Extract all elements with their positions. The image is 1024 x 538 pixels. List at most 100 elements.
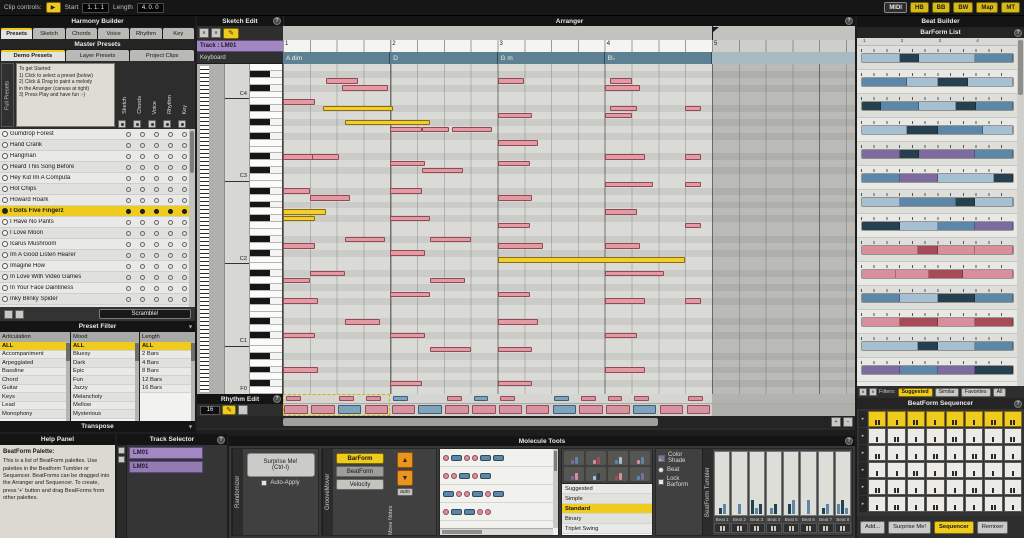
- piano-key[interactable]: [250, 133, 282, 140]
- layer-dot[interactable]: [182, 231, 187, 236]
- filter-item[interactable]: Jazzy: [71, 385, 139, 394]
- layer-dot[interactable]: [140, 209, 145, 214]
- layer-dot[interactable]: [182, 297, 187, 302]
- beat-glyph-button[interactable]: [835, 523, 851, 533]
- sequencer-cell[interactable]: [926, 445, 944, 461]
- sequencer-cell[interactable]: [907, 445, 925, 461]
- topbar-button-bw[interactable]: BW: [953, 2, 973, 13]
- sequencer-cell[interactable]: [946, 462, 964, 478]
- column-lock-icon[interactable]: [133, 120, 141, 128]
- tumbler-window[interactable]: [731, 451, 747, 516]
- piano-key[interactable]: [250, 367, 282, 374]
- help-icon[interactable]: ?: [1014, 29, 1022, 37]
- note[interactable]: [390, 161, 425, 167]
- piano-key[interactable]: [250, 64, 282, 71]
- filter-item[interactable]: Mysterious: [71, 410, 139, 419]
- piano-key[interactable]: [250, 305, 282, 312]
- layer-dot[interactable]: [182, 165, 187, 170]
- grid-resolution-value[interactable]: 16: [200, 406, 220, 415]
- layer-dot[interactable]: [182, 154, 187, 159]
- beat-glyph-button[interactable]: [800, 523, 816, 533]
- vertical-overview[interactable]: [197, 64, 225, 394]
- preset-row[interactable]: Icarus Mushroom: [0, 239, 195, 250]
- piano-key[interactable]: [250, 312, 282, 319]
- layer-dot[interactable]: [140, 242, 145, 247]
- sequencer-cell[interactable]: [946, 411, 964, 427]
- sequencer-cell[interactable]: [868, 428, 886, 444]
- sequencer-button[interactable]: Sequencer: [934, 521, 974, 534]
- preset-radio[interactable]: [2, 186, 8, 192]
- remove-track-button[interactable]: [118, 456, 125, 463]
- layer-dot[interactable]: [168, 165, 173, 170]
- piano-roll[interactable]: [283, 64, 855, 394]
- move-up-button[interactable]: ▲: [397, 452, 413, 468]
- sequencer-cell[interactable]: [868, 445, 886, 461]
- preset-row[interactable]: Hey Kid Im A Computa: [0, 173, 195, 184]
- layer-dot[interactable]: [126, 154, 131, 159]
- chord-region[interactable]: A dim: [283, 52, 390, 64]
- layer-dot[interactable]: [126, 220, 131, 225]
- layer-dot[interactable]: [126, 209, 131, 214]
- tumbler-window[interactable]: [783, 451, 799, 516]
- piano-key[interactable]: [250, 243, 282, 250]
- molecule-scrollbar[interactable]: [553, 449, 558, 528]
- sequencer-cell[interactable]: [984, 428, 1002, 444]
- filter-item[interactable]: Melancholy: [71, 393, 139, 402]
- horizontal-scrollbar[interactable]: + −: [197, 416, 855, 428]
- sequencer-cell[interactable]: [887, 462, 905, 478]
- chord-region[interactable]: G m: [498, 52, 605, 64]
- piano-key[interactable]: [250, 188, 282, 195]
- filter-item[interactable]: Epic: [71, 368, 139, 377]
- note[interactable]: [310, 271, 345, 277]
- layer-dot[interactable]: [154, 264, 159, 269]
- piano-key[interactable]: [250, 353, 282, 360]
- piano-key[interactable]: [250, 318, 282, 325]
- note[interactable]: [390, 188, 422, 194]
- note[interactable]: [605, 113, 632, 119]
- barform-row[interactable]: [857, 358, 1024, 382]
- layer-dot[interactable]: [154, 275, 159, 280]
- piano-key[interactable]: [250, 277, 282, 284]
- barform-filter-all[interactable]: All: [993, 388, 1007, 397]
- piano-key[interactable]: [250, 284, 282, 291]
- beatform-chip[interactable]: [564, 467, 584, 481]
- tab-chords[interactable]: Chords: [66, 28, 97, 39]
- note[interactable]: [498, 195, 533, 201]
- note[interactable]: [605, 182, 653, 188]
- sequencer-cell[interactable]: [946, 496, 964, 512]
- layer-dot[interactable]: [140, 253, 145, 258]
- row-play-icon[interactable]: ▸: [859, 496, 867, 512]
- preset-radio[interactable]: [2, 274, 8, 280]
- sequencer-cell[interactable]: [868, 462, 886, 478]
- barform-filter-suggested[interactable]: Suggested: [898, 388, 933, 397]
- layer-dot[interactable]: [168, 176, 173, 181]
- piano-key[interactable]: [250, 174, 282, 181]
- layer-dot[interactable]: [140, 275, 145, 280]
- piano-key[interactable]: [250, 215, 282, 222]
- layer-dot[interactable]: [126, 165, 131, 170]
- beatform-chip[interactable]: [586, 467, 606, 481]
- tab-demo-presets[interactable]: Demo Presets: [1, 50, 65, 61]
- filter-item[interactable]: ALL: [71, 342, 139, 351]
- note[interactable]: [498, 347, 533, 353]
- zoom-in-button[interactable]: +: [831, 417, 841, 427]
- sequencer-cell[interactable]: [984, 462, 1002, 478]
- piano-key[interactable]: [250, 380, 282, 387]
- barform-row[interactable]: [857, 334, 1024, 358]
- layer-dot[interactable]: [168, 231, 173, 236]
- beat-glyph-button[interactable]: [749, 523, 765, 533]
- piano-key[interactable]: [250, 208, 282, 215]
- note[interactable]: [310, 195, 350, 201]
- layer-dot[interactable]: [182, 275, 187, 280]
- piano-key[interactable]: [250, 373, 282, 380]
- sequencer-cell[interactable]: [926, 496, 944, 512]
- preset-radio[interactable]: [2, 241, 8, 247]
- beatform-chip[interactable]: [630, 451, 650, 465]
- tab-rhythm[interactable]: Rhythm: [130, 28, 161, 39]
- sequencer-cell[interactable]: [965, 462, 983, 478]
- note[interactable]: [605, 333, 637, 339]
- layer-dot[interactable]: [182, 220, 187, 225]
- color-shade-icon[interactable]: [658, 455, 665, 462]
- piano-key[interactable]: [250, 167, 282, 174]
- barform-row[interactable]: [857, 238, 1024, 262]
